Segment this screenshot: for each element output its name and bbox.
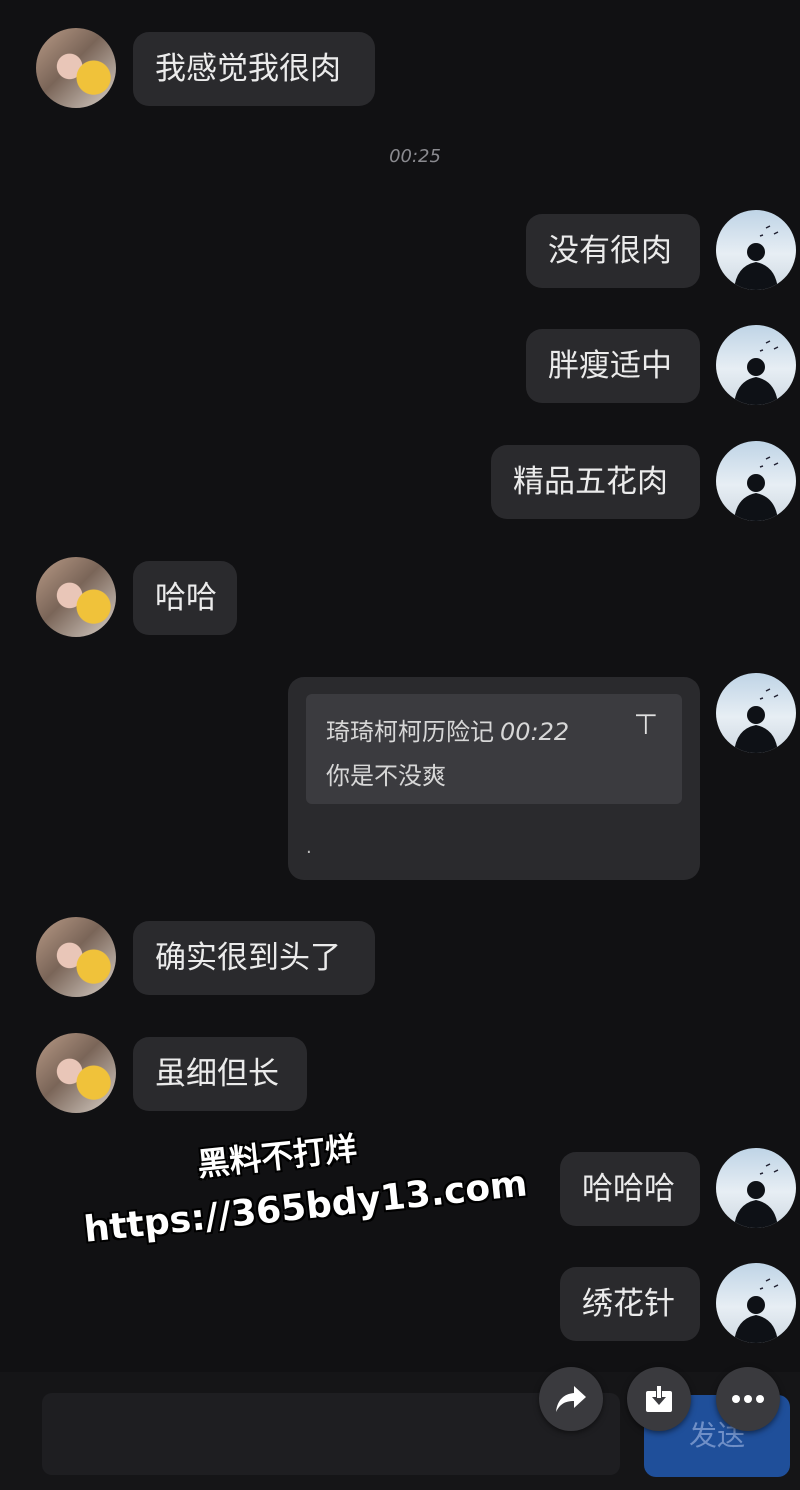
quoted-message[interactable]: 琦琦柯柯历险记 00:22 ⊤ 你是不没爽 [306,694,682,804]
message-input[interactable] [42,1393,620,1475]
message-text: . [306,837,312,858]
user-avatar[interactable] [716,441,796,521]
download-icon [646,1385,672,1412]
contact-avatar[interactable] [36,917,116,997]
message-bubble[interactable]: 虽细但长 [133,1037,307,1111]
contact-avatar[interactable] [36,557,116,637]
message-bubble[interactable]: 我感觉我很肉 [133,32,375,106]
message-bubble[interactable]: 绣花针 [560,1267,700,1341]
quoted-text: 你是不没爽 [326,762,446,790]
message-text: 虽细但长 [155,1056,279,1092]
share-button[interactable] [539,1367,603,1431]
user-avatar[interactable] [716,1263,796,1343]
message-text: 哈哈哈 [582,1171,675,1207]
more-options-button[interactable] [716,1367,780,1431]
silhouette-icon [734,688,779,753]
message-text: 绣花针 [582,1286,675,1322]
download-button[interactable] [627,1367,691,1431]
user-avatar[interactable] [716,673,796,753]
message-bubble[interactable]: 哈哈 [133,561,237,635]
watermark-url: https://365bdy13.com [82,1163,530,1251]
message-text: 胖瘦适中 [548,348,672,384]
quoted-reply-bubble[interactable]: 琦琦柯柯历险记 00:22 ⊤ 你是不没爽 . [288,677,700,880]
message-bubble[interactable]: 确实很到头了 [133,921,375,995]
message-text: 确实很到头了 [155,940,341,976]
message-bubble[interactable]: 没有很肉 [526,214,700,288]
quoted-time: 00:22 [500,718,570,746]
silhouette-icon [734,1163,779,1228]
pin-to-top-icon[interactable]: ⊤ [634,708,658,741]
message-bubble[interactable]: 胖瘦适中 [526,329,700,403]
watermark-title: 黑料不打烊 [195,1129,359,1184]
timestamp: 00:25 [389,146,441,167]
more-dots-icon [732,1395,764,1403]
message-text: 精品五花肉 [513,464,668,500]
message-text: 我感觉我很肉 [155,51,341,87]
contact-avatar[interactable] [36,1033,116,1113]
share-arrow-icon [556,1386,586,1412]
message-text: 哈哈 [155,580,217,616]
quoted-sender: 琦琦柯柯历险记 00:22 [326,712,569,747]
message-bubble[interactable]: 哈哈哈 [560,1152,700,1226]
user-avatar[interactable] [716,1148,796,1228]
message-text: 没有很肉 [548,233,672,269]
user-avatar[interactable] [716,325,796,405]
silhouette-icon [734,340,779,405]
silhouette-icon [734,1278,779,1343]
user-avatar[interactable] [716,210,796,290]
silhouette-icon [734,225,779,290]
contact-avatar[interactable] [36,28,116,108]
message-bubble[interactable]: 精品五花肉 [491,445,700,519]
silhouette-icon [734,456,779,521]
quoted-sender-name: 琦琦柯柯历险记 [326,718,494,746]
